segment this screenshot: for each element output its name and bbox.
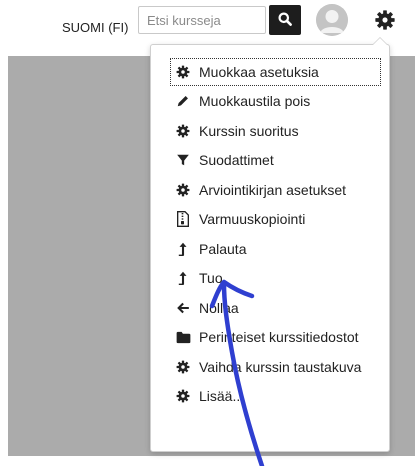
user-avatar[interactable] xyxy=(316,4,348,36)
menu-item-reset[interactable]: Nollaa xyxy=(151,293,389,323)
dropdown-caret xyxy=(372,37,388,45)
menu-item-label: Muokkaa asetuksia xyxy=(199,63,319,80)
menu-item-label: Varmuuskopiointi xyxy=(199,211,306,228)
course-search-input[interactable] xyxy=(138,6,266,34)
menu-item-legacy-course-files[interactable]: Perinteiset kurssitiedostot xyxy=(151,323,389,353)
gear-icon xyxy=(175,123,191,139)
menu-item-label: Suodattimet xyxy=(199,152,274,169)
menu-item-label: Nollaa xyxy=(199,299,239,316)
upload-arrow-icon xyxy=(175,270,191,286)
search-icon xyxy=(278,12,292,29)
upload-arrow-icon xyxy=(175,241,191,257)
gear-icon xyxy=(175,388,191,404)
menu-item-backup[interactable]: Varmuuskopiointi xyxy=(151,205,389,235)
filter-icon xyxy=(175,152,191,168)
menu-item-restore[interactable]: Palauta xyxy=(151,234,389,264)
menu-item-change-course-background[interactable]: Vaihda kurssin taustakuva xyxy=(151,352,389,382)
course-actions-gear-button[interactable] xyxy=(371,6,399,34)
menu-item-label: Kurssin suoritus xyxy=(199,122,299,139)
menu-item-filters[interactable]: Suodattimet xyxy=(151,146,389,176)
folder-icon xyxy=(175,329,191,345)
gear-icon xyxy=(175,359,191,375)
menu-item-gradebook-setup[interactable]: Arviointikirjan asetukset xyxy=(151,175,389,205)
menu-item-more[interactable]: Lisää... xyxy=(151,382,389,412)
search-button[interactable] xyxy=(269,5,301,35)
user-silhouette-icon xyxy=(316,4,348,36)
arrow-left-icon xyxy=(175,300,191,316)
menu-item-edit-settings[interactable]: Muokkaa asetuksia xyxy=(169,57,382,87)
menu-item-course-completion[interactable]: Kurssin suoritus xyxy=(151,116,389,146)
menu-item-label: Vaihda kurssin taustakuva xyxy=(199,358,362,375)
gear-icon xyxy=(175,182,191,198)
menu-item-import[interactable]: Tuo xyxy=(151,264,389,294)
course-actions-menu: Muokkaa asetuksia Muokkaustila pois Kurs… xyxy=(151,57,389,411)
pencil-icon xyxy=(175,93,191,109)
menu-item-label: Tuo xyxy=(199,270,223,287)
language-menu[interactable]: SUOMI (FI) xyxy=(62,20,128,35)
file-archive-icon xyxy=(175,211,191,228)
gear-icon xyxy=(375,10,395,30)
menu-item-label: Muokkaustila pois xyxy=(199,93,311,110)
menu-item-turn-editing-off[interactable]: Muokkaustila pois xyxy=(151,87,389,117)
menu-item-label: Lisää... xyxy=(199,388,245,405)
course-actions-dropdown: Muokkaa asetuksia Muokkaustila pois Kurs… xyxy=(150,37,390,452)
gear-icon xyxy=(175,64,191,80)
menu-item-label: Perinteiset kurssitiedostot xyxy=(199,329,359,346)
menu-item-label: Arviointikirjan asetukset xyxy=(199,181,347,198)
menu-item-label: Palauta xyxy=(199,240,247,257)
